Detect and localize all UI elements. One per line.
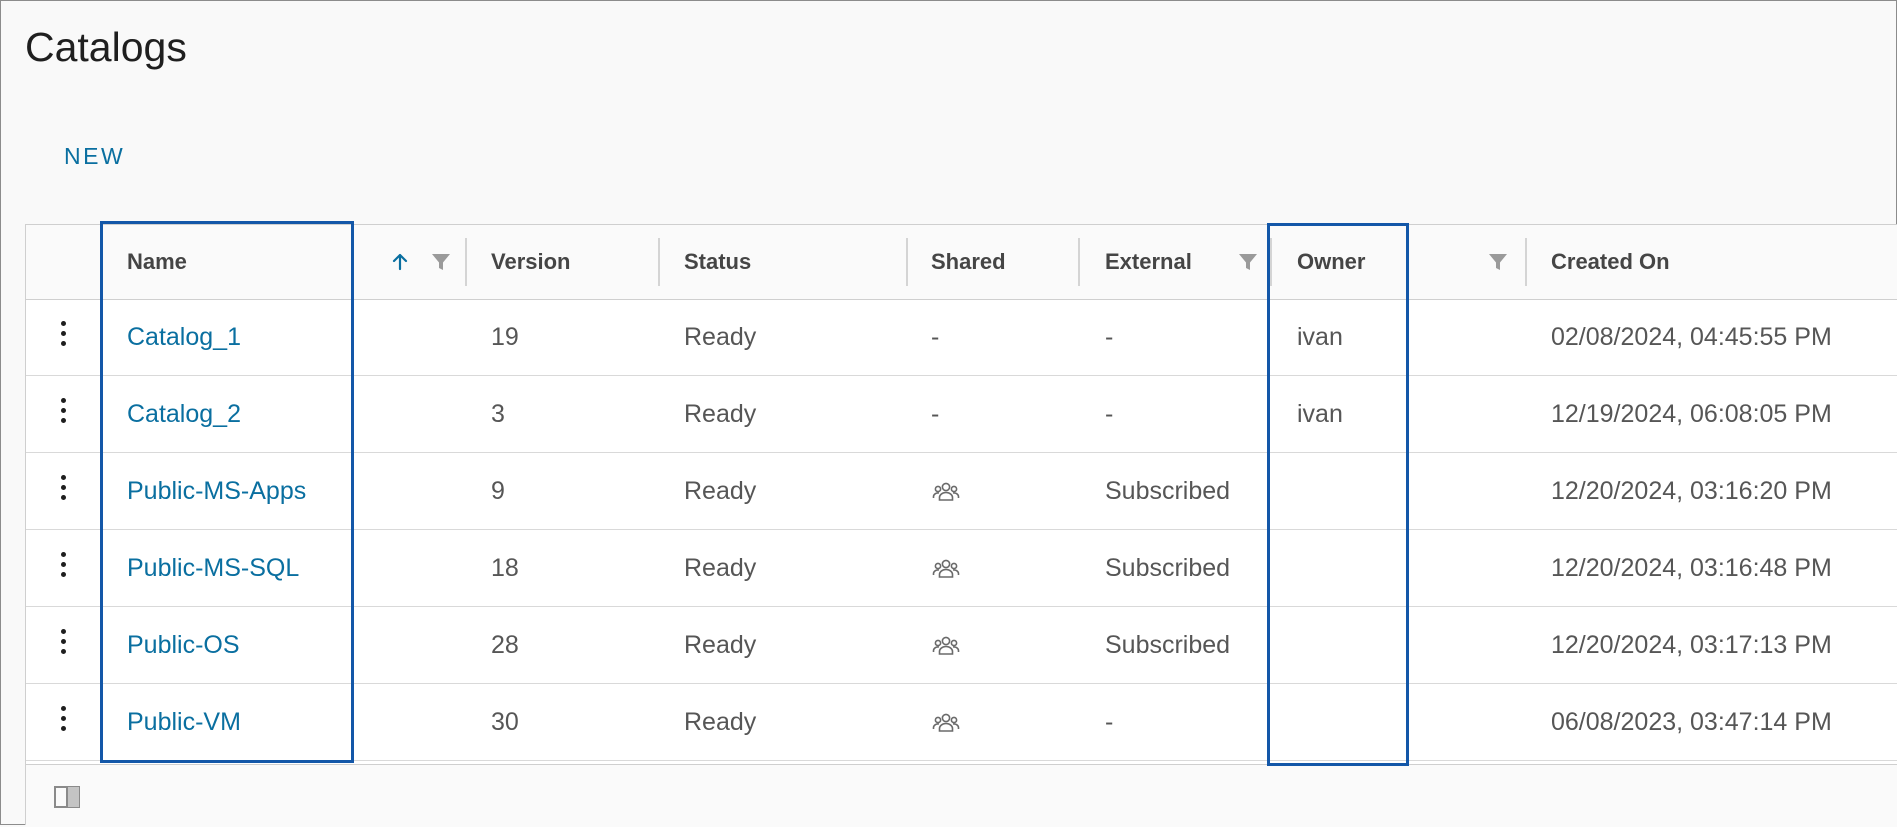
external-value: -: [1105, 323, 1114, 351]
version-value: 18: [491, 554, 519, 582]
catalog-name-link[interactable]: Public-VM: [127, 684, 241, 761]
table-row: Catalog_2 3 Ready - - ivan 12/19/2024, 0…: [26, 376, 1897, 453]
status-value: Ready: [684, 631, 757, 659]
version-value: 28: [491, 631, 519, 659]
owner-filter-icon[interactable]: [1486, 250, 1510, 274]
external-value: Subscribed: [1105, 631, 1231, 659]
shared-value: -: [931, 323, 940, 351]
column-separator[interactable]: [1078, 238, 1080, 286]
catalog-name-link[interactable]: Public-OS: [127, 607, 240, 684]
external-value: Subscribed: [1105, 554, 1231, 582]
owner-value: ivan: [1297, 400, 1343, 428]
table-row: Public-OS 28 Ready Subscribed 12/20/2024…: [26, 607, 1897, 684]
catalog-name-link[interactable]: Catalog_2: [127, 376, 241, 453]
column-header-external[interactable]: External: [1105, 225, 1192, 299]
new-catalog-button[interactable]: NEW: [52, 138, 137, 174]
table-row: Public-MS-Apps 9 Ready Subscribed 12/20/…: [26, 453, 1897, 530]
column-header-status[interactable]: Status: [684, 225, 751, 299]
column-separator[interactable]: [465, 238, 467, 286]
owner-value: ivan: [1297, 323, 1343, 351]
created-on-value: 12/20/2024, 03:16:48 PM: [1551, 554, 1832, 582]
column-separator[interactable]: [658, 238, 660, 286]
created-on-value: 12/20/2024, 03:16:20 PM: [1551, 477, 1832, 505]
created-on-value: 12/20/2024, 03:17:13 PM: [1551, 631, 1832, 659]
sort-ascending-icon[interactable]: [388, 250, 412, 274]
grid-header: Name Version Status Shared External Owne…: [26, 225, 1897, 300]
catalog-name-link[interactable]: Public-MS-Apps: [127, 453, 306, 530]
row-actions-icon[interactable]: [56, 625, 70, 665]
column-separator[interactable]: [1525, 238, 1527, 286]
version-value: 30: [491, 708, 519, 736]
created-on-value: 02/08/2024, 04:45:55 PM: [1551, 323, 1832, 351]
row-actions-icon[interactable]: [56, 702, 70, 742]
created-on-value: 12/19/2024, 06:08:05 PM: [1551, 400, 1832, 428]
users-group-icon: [932, 636, 960, 655]
row-actions-icon[interactable]: [56, 394, 70, 434]
column-separator[interactable]: [906, 238, 908, 286]
version-value: 3: [491, 400, 505, 428]
column-header-name[interactable]: Name: [127, 225, 187, 299]
users-group-icon: [932, 482, 960, 501]
name-filter-icon[interactable]: [429, 250, 453, 274]
table-row: Public-VM 30 Ready - 06/08/2023, 03:47:1…: [26, 684, 1897, 761]
version-value: 9: [491, 477, 505, 505]
created-on-value: 06/08/2023, 03:47:14 PM: [1551, 708, 1832, 736]
row-actions-icon[interactable]: [56, 317, 70, 357]
column-header-created-on[interactable]: Created On: [1551, 225, 1670, 299]
catalogs-datagrid: Name Version Status Shared External Owne…: [25, 224, 1897, 827]
status-value: Ready: [684, 323, 757, 351]
column-header-shared[interactable]: Shared: [931, 225, 1006, 299]
external-value: -: [1105, 400, 1114, 428]
table-row: Public-MS-SQL 18 Ready Subscribed 12/20/…: [26, 530, 1897, 607]
grid-footer: [26, 764, 1897, 827]
external-value: Subscribed: [1105, 477, 1231, 505]
column-separator[interactable]: [1270, 238, 1272, 286]
shared-value: -: [931, 400, 940, 428]
page-title: Catalogs: [25, 24, 187, 70]
users-group-icon: [932, 559, 960, 578]
column-header-version[interactable]: Version: [491, 225, 570, 299]
row-actions-icon[interactable]: [56, 471, 70, 511]
users-group-icon: [932, 713, 960, 732]
external-value: -: [1105, 708, 1114, 736]
status-value: Ready: [684, 477, 757, 505]
row-actions-icon[interactable]: [56, 548, 70, 588]
catalog-name-link[interactable]: Catalog_1: [127, 299, 241, 376]
column-toggle-icon[interactable]: [54, 786, 80, 808]
table-row: Catalog_1 19 Ready - - ivan 02/08/2024, …: [26, 299, 1897, 376]
status-value: Ready: [684, 400, 757, 428]
external-filter-icon[interactable]: [1236, 250, 1260, 274]
version-value: 19: [491, 323, 519, 351]
status-value: Ready: [684, 708, 757, 736]
column-header-owner[interactable]: Owner: [1297, 225, 1365, 299]
catalog-name-link[interactable]: Public-MS-SQL: [127, 530, 299, 607]
status-value: Ready: [684, 554, 757, 582]
